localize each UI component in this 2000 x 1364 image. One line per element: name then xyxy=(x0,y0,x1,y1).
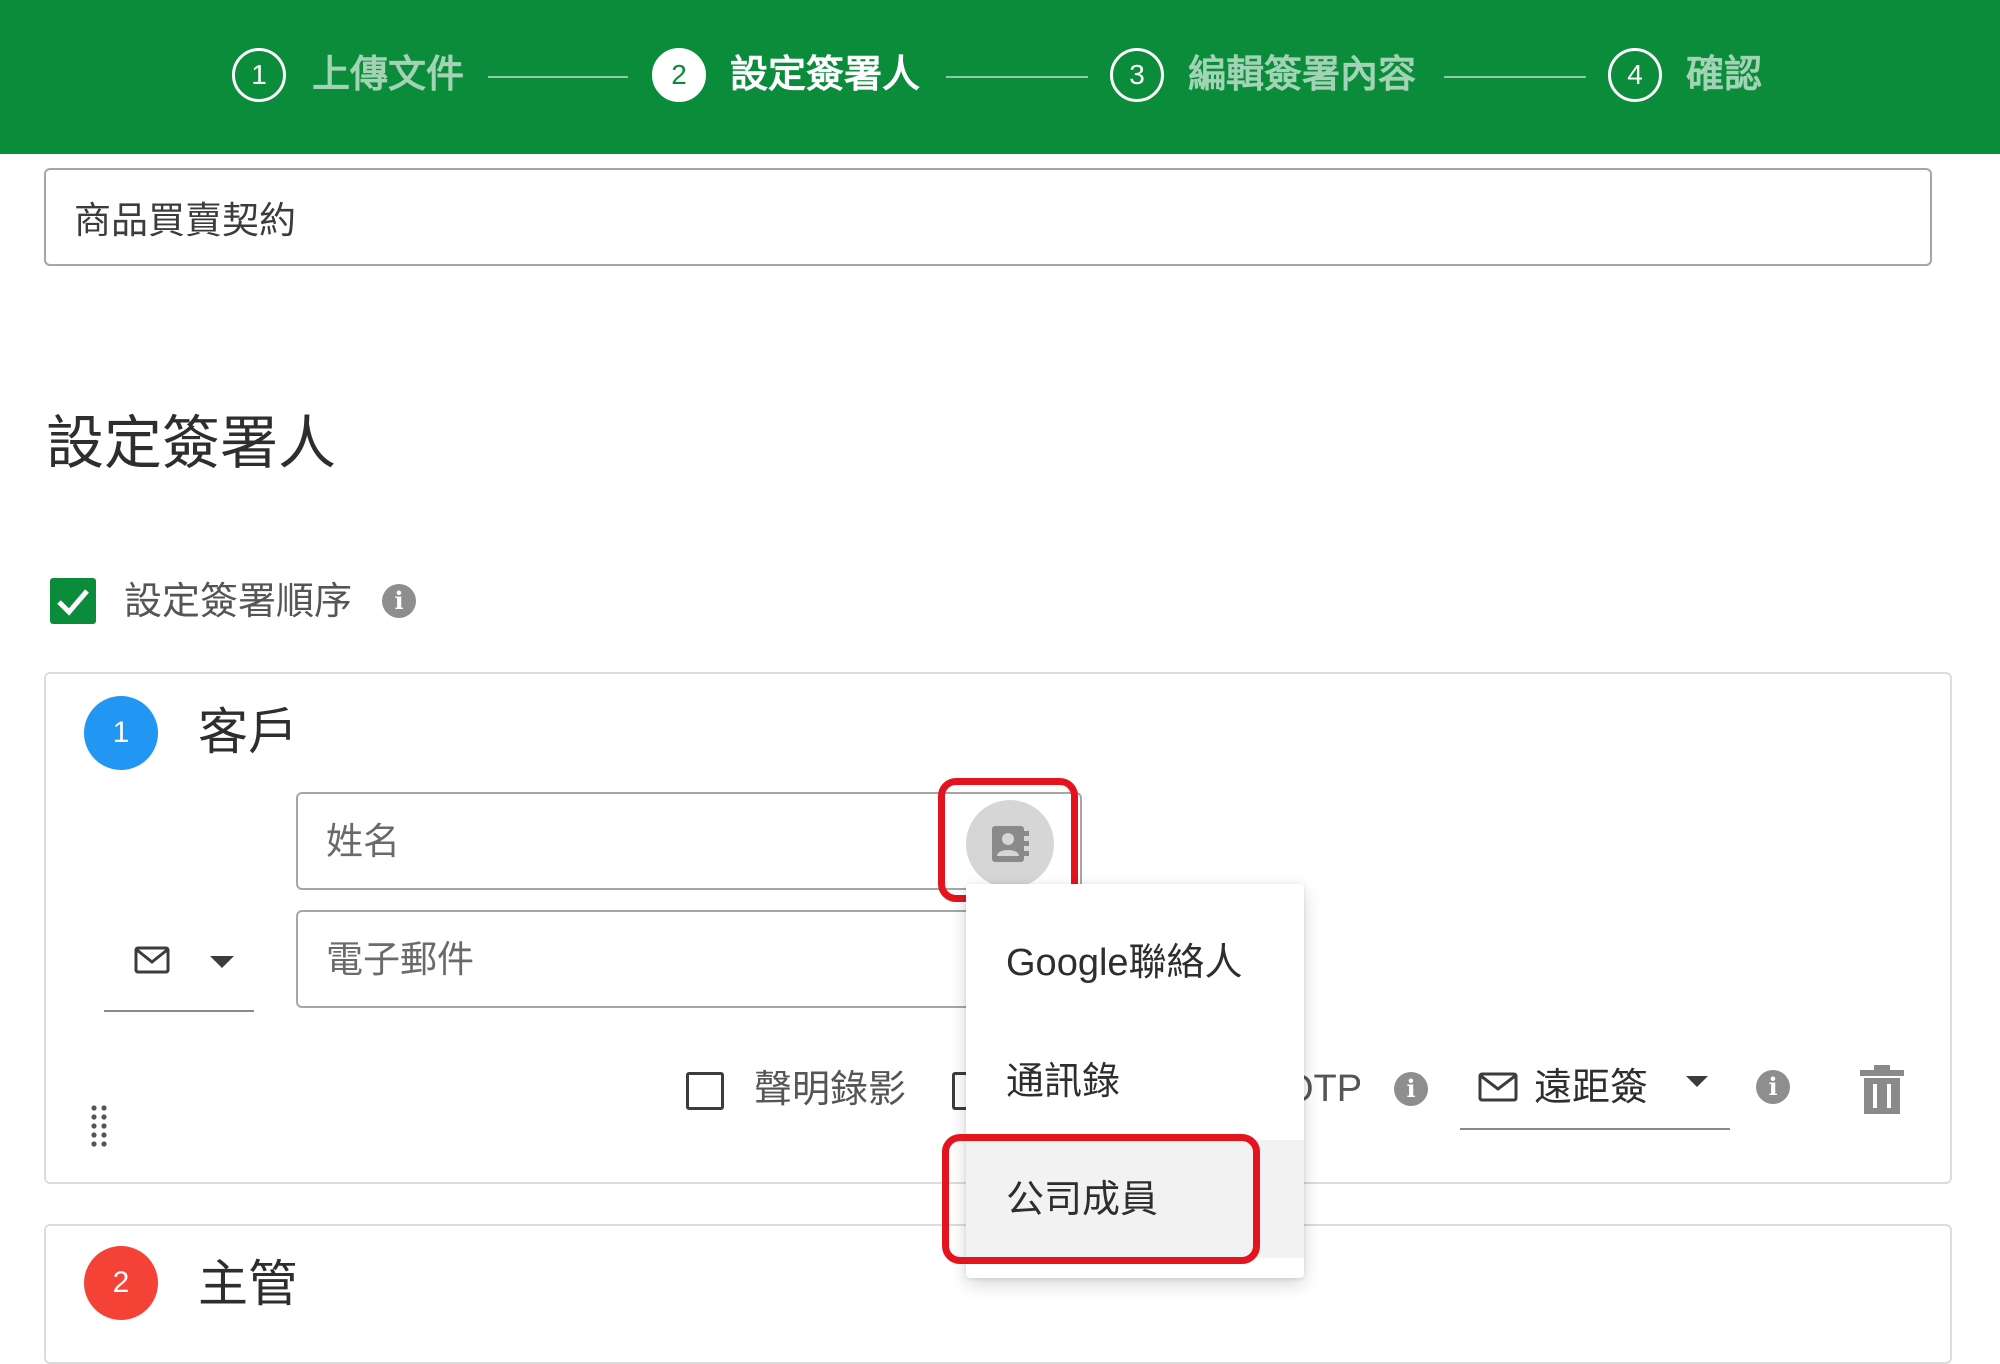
stepper-header: 1 上傳文件 2 設定簽署人 3 編輯簽署內容 4 確認 xyxy=(0,0,2000,154)
menu-item-google-contacts[interactable]: Google聯絡人 xyxy=(966,904,1304,1022)
document-name-input[interactable] xyxy=(44,168,1932,266)
section-title: 設定簽署人 xyxy=(46,409,337,477)
info-icon[interactable]: i xyxy=(1756,1070,1790,1104)
envelope-icon xyxy=(1478,1072,1518,1102)
step-4-label[interactable]: 確認 xyxy=(1686,50,1762,98)
trash-icon[interactable] xyxy=(1858,1064,1906,1114)
step-1-circle[interactable]: 1 xyxy=(232,48,286,102)
video-statement-checkbox[interactable] xyxy=(686,1072,724,1110)
caret-down-icon xyxy=(210,956,234,968)
signer-role-name: 主管 xyxy=(198,1255,298,1313)
signer-order-badge: 2 xyxy=(84,1246,158,1320)
step-connector xyxy=(946,76,1088,78)
info-icon[interactable]: i xyxy=(382,584,416,618)
step-3-label[interactable]: 編輯簽署內容 xyxy=(1188,50,1416,98)
step-3-circle[interactable]: 3 xyxy=(1110,48,1164,102)
step-1-label[interactable]: 上傳文件 xyxy=(312,50,464,98)
signing-order-label: 設定簽署順序 xyxy=(124,579,353,623)
menu-item-address-book[interactable]: 通訊錄 xyxy=(966,1022,1304,1140)
drag-handle-icon[interactable] xyxy=(90,1104,108,1150)
step-2-circle[interactable]: 2 xyxy=(652,48,706,102)
video-statement-label: 聲明錄影 xyxy=(754,1067,907,1111)
signer-email-input[interactable] xyxy=(296,910,1082,1008)
caret-down-icon xyxy=(1686,1076,1708,1087)
sign-method-value: 遠距簽 xyxy=(1534,1065,1649,1109)
signer-order-badge: 1 xyxy=(84,696,158,770)
step-connector xyxy=(488,76,628,78)
signer-role-name: 客戶 xyxy=(198,703,298,761)
info-icon[interactable]: i xyxy=(1394,1072,1428,1106)
sign-method-select[interactable]: 遠距簽 xyxy=(1460,1048,1730,1130)
channel-select[interactable] xyxy=(104,912,254,1012)
signing-order-checkbox[interactable] xyxy=(50,578,96,624)
step-2-label[interactable]: 設定簽署人 xyxy=(730,50,920,98)
checkmark-icon xyxy=(57,589,89,616)
step-connector xyxy=(1444,76,1586,78)
envelope-icon xyxy=(134,946,170,974)
annotation-highlight xyxy=(942,1134,1260,1264)
step-4-circle[interactable]: 4 xyxy=(1608,48,1662,102)
